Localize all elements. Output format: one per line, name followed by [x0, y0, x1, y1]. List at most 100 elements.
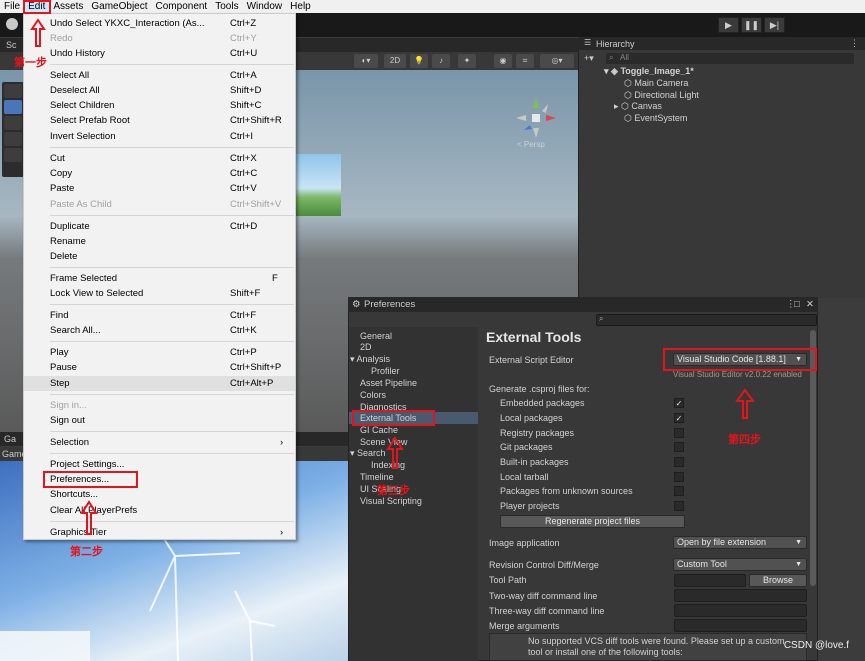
hierarchy-item[interactable]: ⬡ Directional Light	[624, 90, 699, 101]
csproj-checkbox[interactable]	[674, 428, 684, 438]
menu-item-sign-in[interactable]: Sign in...	[24, 398, 295, 413]
hierarchy-item[interactable]: ⬡ EventSystem	[624, 113, 687, 124]
game-tab[interactable]: Ga	[4, 434, 16, 444]
menu-item-label: Duplicate	[50, 221, 90, 232]
pref-nav-analysis[interactable]: ▾ Analysis	[350, 354, 390, 365]
hierarchy-item[interactable]: ▸ ⬡ Canvas	[614, 101, 662, 112]
csproj-checkbox[interactable]	[674, 486, 684, 496]
menu-item-shortcuts[interactable]: Shortcuts...	[24, 487, 295, 502]
shading-mode-icon[interactable]: ◐▾	[354, 54, 378, 68]
menu-item-redo[interactable]: Redo Ctrl+Y	[24, 31, 295, 46]
perspective-label[interactable]: < Persp	[517, 140, 545, 149]
menu-item-step[interactable]: Step Ctrl+Alt+P	[24, 376, 295, 391]
add-object-icon[interactable]: +▾	[584, 53, 594, 64]
csproj-checkbox[interactable]: ✓	[674, 413, 684, 423]
hierarchy-tab[interactable]: Hierarchy	[596, 39, 635, 49]
image-app-dropdown[interactable]: Open by file extension ▼	[673, 536, 807, 549]
menu-window[interactable]: Window	[243, 0, 287, 13]
close-icon[interactable]: ✕	[806, 297, 814, 312]
move-tool-icon[interactable]	[4, 100, 22, 114]
two-way-input[interactable]	[674, 589, 807, 602]
pref-nav-general[interactable]: General	[360, 331, 392, 341]
menu-item-undo-history[interactable]: Undo History Ctrl+U	[24, 46, 295, 61]
scale-tool-icon[interactable]	[4, 132, 22, 146]
three-way-input[interactable]	[674, 604, 807, 617]
hand-tool-icon[interactable]	[4, 84, 22, 98]
csproj-checkbox[interactable]: ✓	[674, 398, 684, 408]
lighting-icon[interactable]: 💡	[410, 54, 428, 68]
menu-item-play[interactable]: Play Ctrl+P	[24, 345, 295, 360]
menu-item-delete[interactable]: Delete	[24, 249, 295, 264]
menu-item-clear-playerprefs[interactable]: Clear All PlayerPrefs	[24, 503, 295, 518]
menu-file[interactable]: File	[0, 0, 24, 13]
csproj-checkbox[interactable]	[674, 472, 684, 482]
maximize-icon[interactable]: □	[794, 297, 800, 312]
menu-item-shortcut: Ctrl+X	[230, 153, 257, 164]
pref-nav-search[interactable]: ▾ Search	[350, 448, 386, 459]
account-icon[interactable]	[6, 18, 18, 30]
menu-gameobject[interactable]: GameObject	[87, 0, 151, 13]
rotate-tool-icon[interactable]	[4, 116, 22, 130]
search-placeholder: All	[620, 53, 629, 62]
menu-item-undo[interactable]: Undo Select YKXC_Interaction (As... Ctrl+…	[24, 16, 295, 31]
scene-image-object[interactable]	[294, 154, 341, 216]
preferences-search-input[interactable]: ⌕	[596, 314, 817, 326]
pause-button[interactable]: ❚❚	[741, 17, 762, 33]
menu-item-graphics-tier[interactable]: Graphics Tier ›	[24, 525, 295, 540]
pref-nav-gi-cache[interactable]: GI Cache	[360, 425, 398, 435]
panel-menu-icon[interactable]: ⋮	[850, 38, 859, 49]
tool-path-input[interactable]	[674, 574, 746, 587]
visibility-icon[interactable]: ◉	[494, 54, 512, 68]
menu-item-find[interactable]: Find Ctrl+F	[24, 308, 295, 323]
menu-item-copy[interactable]: Copy Ctrl+C	[24, 166, 295, 181]
csproj-checkbox[interactable]	[674, 501, 684, 511]
hierarchy-search-input[interactable]: ⌕ All	[606, 53, 854, 64]
menu-item-lock-view[interactable]: Lock View to Selected Shift+F	[24, 286, 295, 301]
scene-root-item[interactable]: ▾ ◈ Toggle_Image_1*	[604, 66, 694, 77]
menu-item-sign-out[interactable]: Sign out	[24, 413, 295, 428]
menu-item-frame-selected[interactable]: Frame Selected F	[24, 271, 295, 286]
menu-item-rename[interactable]: Rename	[24, 234, 295, 249]
play-button[interactable]: ▶	[718, 17, 739, 33]
menu-item-project-settings[interactable]: Project Settings...	[24, 457, 295, 472]
csproj-checkbox[interactable]	[674, 442, 684, 452]
pref-nav-asset-pipeline[interactable]: Asset Pipeline	[360, 378, 417, 388]
hierarchy-item[interactable]: ⬡ Main Camera	[624, 78, 688, 89]
menu-item-cut[interactable]: Cut Ctrl+X	[24, 151, 295, 166]
menu-item-search-all[interactable]: Search All... Ctrl+K	[24, 323, 295, 338]
audio-icon[interactable]: ♪	[432, 54, 450, 68]
effects-icon[interactable]: ✦	[458, 54, 476, 68]
scene-tab[interactable]: Sc	[6, 40, 17, 50]
step3-label: 第三步	[377, 485, 410, 497]
rect-tool-icon[interactable]	[4, 148, 22, 162]
menu-item-select-prefab-root[interactable]: Select Prefab Root Ctrl+Shift+R	[24, 113, 295, 128]
menu-item-selection[interactable]: Selection ›	[24, 435, 295, 450]
menu-item-duplicate[interactable]: Duplicate Ctrl+D	[24, 219, 295, 234]
menu-tools[interactable]: Tools	[211, 0, 242, 13]
browse-button[interactable]: Browse	[749, 574, 807, 587]
pref-nav-colors[interactable]: Colors	[360, 390, 386, 400]
menu-assets[interactable]: Assets	[49, 0, 87, 13]
csproj-checkbox[interactable]	[674, 457, 684, 467]
pref-nav-profiler[interactable]: Profiler	[371, 366, 400, 376]
menu-component[interactable]: Component	[152, 0, 212, 13]
menu-item-paste[interactable]: Paste Ctrl+V	[24, 181, 295, 196]
gizmos-icon[interactable]: ◎▾	[540, 54, 574, 68]
step-button[interactable]: ▶|	[764, 17, 785, 33]
regenerate-button[interactable]: Regenerate project files	[500, 515, 685, 528]
orientation-gizmo-icon[interactable]	[514, 96, 558, 140]
menu-item-select-all[interactable]: Select All Ctrl+A	[24, 68, 295, 83]
menu-item-paste-as-child[interactable]: Paste As Child Ctrl+Shift+V	[24, 197, 295, 212]
pref-nav-timeline[interactable]: Timeline	[360, 472, 394, 482]
pref-nav-2d[interactable]: 2D	[360, 342, 372, 352]
revision-control-dropdown[interactable]: Custom Tool ▼	[673, 558, 807, 571]
tools-icon[interactable]: ⌗	[516, 54, 534, 68]
menu-help[interactable]: Help	[286, 0, 315, 13]
menu-item-invert-selection[interactable]: Invert Selection Ctrl+I	[24, 129, 295, 144]
menu-item-deselect-all[interactable]: Deselect All Shift+D	[24, 83, 295, 98]
2d-toggle[interactable]: 2D	[384, 54, 406, 68]
merge-args-input[interactable]	[674, 619, 807, 632]
menu-item-select-children[interactable]: Select Children Shift+C	[24, 98, 295, 113]
csproj-option-label: Git packages	[500, 442, 553, 452]
menu-item-pause[interactable]: Pause Ctrl+Shift+P	[24, 360, 295, 375]
